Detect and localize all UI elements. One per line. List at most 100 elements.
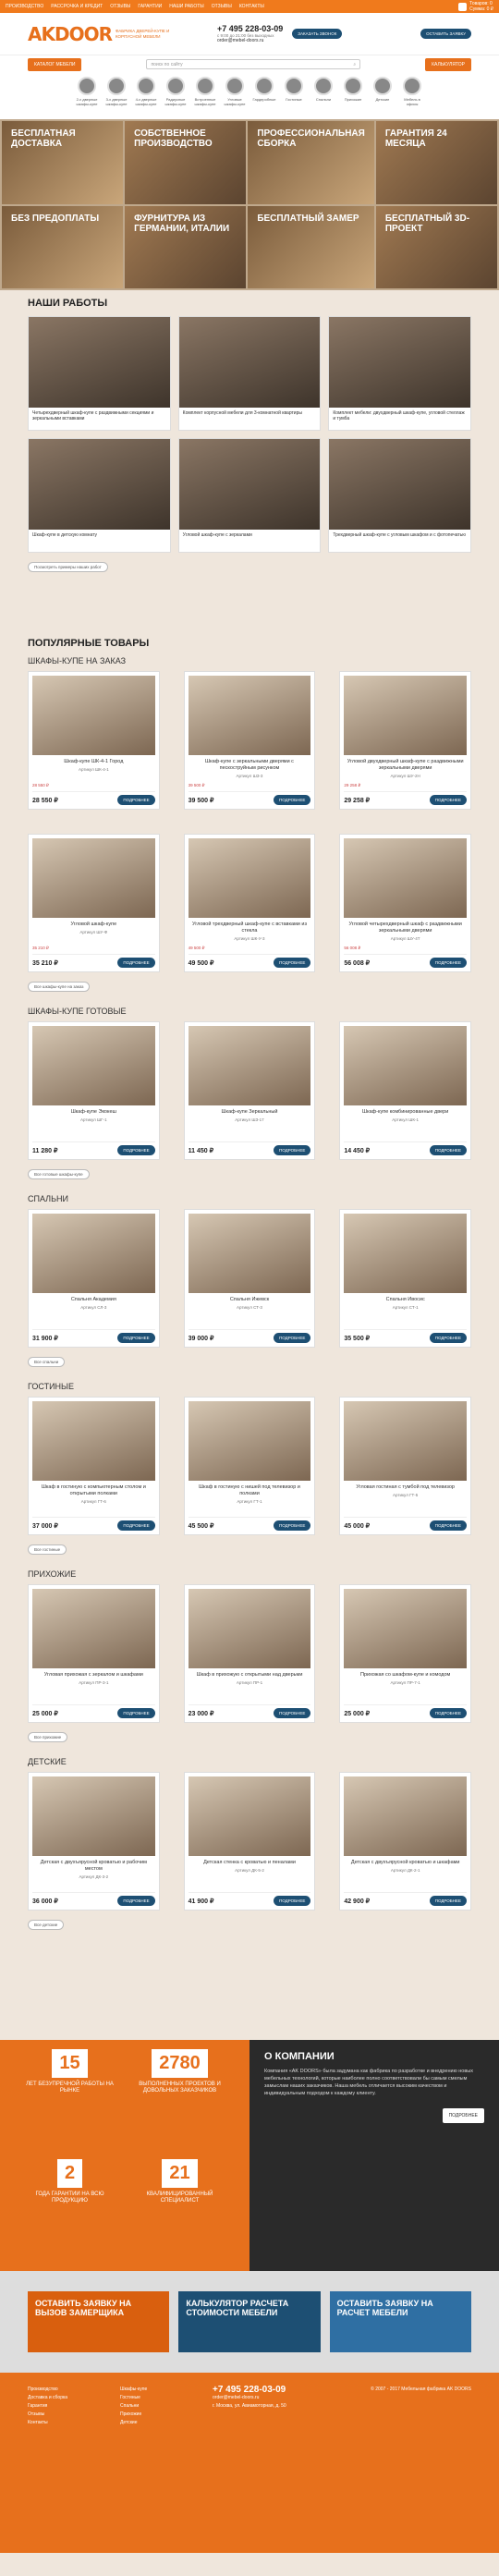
header-phone[interactable]: +7 495 228-03-09 xyxy=(217,24,283,33)
footer-link[interactable]: Детские xyxy=(120,2419,194,2427)
product-card[interactable]: Шкаф-купе комбинированные двери Артикул Ш… xyxy=(339,1021,471,1160)
product-card[interactable]: Шкаф-купе Экокеш Артикул ШГ-1 11 280 ₽ Подр… xyxy=(28,1021,160,1160)
product-details-button[interactable]: Подробнее xyxy=(429,958,467,968)
promo-calc-request[interactable]: Оставить заявку на расчет мебели xyxy=(329,2291,471,2352)
category-radius[interactable]: Радиусные шкафы-купе xyxy=(163,77,189,119)
product-card[interactable]: Шкаф в гостиную с компьютерным столом и … xyxy=(28,1397,160,1535)
product-card[interactable]: Угловая прихожая с зеркалом и шкафами Арт… xyxy=(28,1584,160,1723)
product-details-button[interactable]: Подробнее xyxy=(117,958,155,968)
category-3door[interactable]: 3-х дверные шкафы-купе xyxy=(103,77,129,119)
works-more-button[interactable]: Посмотреть примеры наших работ xyxy=(28,562,108,572)
work-card[interactable]: Комплект корпусной мебели для 3-комнатно… xyxy=(177,316,322,431)
category-office[interactable]: Мебель в офисы xyxy=(399,77,425,119)
product-details-button[interactable]: Подробнее xyxy=(117,1333,155,1343)
product-card[interactable]: Детская с двухъярусной кроватью и шкафам… xyxy=(339,1772,471,1911)
product-details-button[interactable]: Подробнее xyxy=(117,1708,155,1718)
product-details-button[interactable]: Подробнее xyxy=(274,1145,311,1155)
top-nav-reviews-2[interactable]: Отзывы xyxy=(212,4,232,9)
top-nav-credit[interactable]: Рассрочка и кредит xyxy=(51,4,103,9)
category-hallway[interactable]: Прихожие xyxy=(340,77,366,119)
product-group-more-button[interactable]: Все готовые шкафы-купе xyxy=(28,1169,90,1179)
category-corner[interactable]: Угловые шкафы-купе xyxy=(222,77,248,119)
product-card[interactable]: Спальня Академия Артикул СЛ-3 31 900 ₽ Подр… xyxy=(28,1209,160,1348)
product-card[interactable]: Детская с двухъярусной кроватью и рабочи… xyxy=(28,1772,160,1911)
product-card[interactable]: Угловая гостиная с тумбой под телевизор А… xyxy=(339,1397,471,1535)
promo-measure[interactable]: Оставить заявку на вызов замерщика xyxy=(28,2291,170,2352)
category-builtin[interactable]: Встроенные шкафы-купе xyxy=(192,77,218,119)
category-wardrobe[interactable]: Гардеробные xyxy=(251,77,277,119)
product-details-button[interactable]: Подробнее xyxy=(274,1708,311,1718)
category-4door[interactable]: 4-х дверные шкафы-купе xyxy=(133,77,159,119)
product-details-button[interactable]: Подробнее xyxy=(429,795,467,805)
about-more-button[interactable]: Подробнее xyxy=(442,2108,484,2123)
product-details-button[interactable]: Подробнее xyxy=(117,1520,155,1531)
footer-link[interactable]: Гарантия xyxy=(28,2402,102,2411)
work-card[interactable]: Угловой шкаф-купе с зеркалами xyxy=(177,438,322,553)
product-group-more-button[interactable]: Все прихожие xyxy=(28,1732,68,1742)
work-card[interactable]: Четырехдверный шкаф-купе с раздвижными с… xyxy=(28,316,171,431)
product-group-more-button[interactable]: Все спальни xyxy=(28,1357,66,1367)
product-details-button[interactable]: Подробнее xyxy=(274,795,311,805)
product-details-button[interactable]: Подробнее xyxy=(429,1333,467,1343)
footer-link[interactable]: Спальни xyxy=(120,2402,194,2411)
product-details-button[interactable]: Подробнее xyxy=(274,1896,311,1906)
top-nav-guarantee[interactable]: Гарантии xyxy=(138,4,162,9)
logo[interactable]: AKDOOR ФАБРИКА ДВЕРЕЙ-КУПЕ И КОРПУСНОЙ МЕ… xyxy=(28,23,171,45)
product-details-button[interactable]: Подробнее xyxy=(117,1145,155,1155)
product-group-more-button[interactable]: Все шкафы-купе на заказ xyxy=(28,982,91,992)
product-card[interactable]: Шкаф-купе Зеркальный Артикул ШЗ-17 11 450 … xyxy=(183,1021,316,1160)
product-card[interactable]: Детская стенка с кроватью и пеналами Арти… xyxy=(183,1772,316,1911)
product-card[interactable]: Шкаф в гостиную с нишей под телевизор и … xyxy=(183,1397,316,1535)
product-group-more-button[interactable]: Все гостиные xyxy=(28,1544,67,1555)
work-card[interactable]: Комплект мебели: двухдверный шкаф-купе, … xyxy=(328,316,471,431)
promo-calculator[interactable]: Калькулятор расчета стоимости мебели xyxy=(178,2291,321,2352)
product-card[interactable]: Шкаф-купе ШК-4-1 Город Артикул ШК-4-1 28 5… xyxy=(28,671,160,810)
top-nav-contacts[interactable]: Контакты xyxy=(239,4,264,9)
category-living[interactable]: Гостиные xyxy=(281,77,307,119)
product-details-button[interactable]: Подробнее xyxy=(274,1520,311,1531)
product-card[interactable]: Прихожая со шкафом-купе и комодом Артикул… xyxy=(339,1584,471,1723)
product-details-button[interactable]: Подробнее xyxy=(274,958,311,968)
product-card[interactable]: Спальня Ижевск Артикул СТ-3 39 000 ₽ Подроб… xyxy=(183,1209,316,1348)
search-input[interactable]: поиск по сайту ⌕ xyxy=(146,59,361,69)
catalog-button[interactable]: Каталог мебели xyxy=(28,57,82,71)
callback-button[interactable]: Заказать звонок xyxy=(292,29,343,39)
product-details-button[interactable]: Подробнее xyxy=(117,1896,155,1906)
header-email[interactable]: order@mebel-doors.ru xyxy=(217,38,283,43)
product-details-button[interactable]: Подробнее xyxy=(429,1520,467,1531)
top-nav-production[interactable]: Производство xyxy=(6,4,43,9)
category-2door[interactable]: 2-х дверные шкафы-купе xyxy=(74,77,100,119)
work-card[interactable]: Трехдверный шкаф-купе с угловым шкафом и… xyxy=(328,438,471,553)
footer-link[interactable]: Прихожие xyxy=(120,2411,194,2419)
product-details-button[interactable]: Подробнее xyxy=(429,1145,467,1155)
product-card[interactable]: Шкаф в прихожую с открытыми над дверьми А… xyxy=(183,1584,316,1723)
footer-link[interactable]: Доставка и сборка xyxy=(28,2394,102,2402)
footer-email[interactable]: order@mebel-doors.ru xyxy=(213,2394,351,2402)
calculator-button[interactable]: Калькулятор xyxy=(425,57,471,71)
product-card[interactable]: Угловой двухдверный шкаф-купе с раздвижн… xyxy=(339,671,471,810)
product-details-button[interactable]: Подробнее xyxy=(429,1708,467,1718)
product-card[interactable]: Угловой трехдверный шкаф-купе с вставкам… xyxy=(183,834,316,972)
footer-phone[interactable]: +7 495 228-03-09 xyxy=(213,2386,351,2395)
category-kids[interactable]: Детские xyxy=(370,77,396,119)
footer-link[interactable]: Гостиные xyxy=(120,2394,194,2402)
product-group-more-button[interactable]: Все детские xyxy=(28,1920,65,1930)
product-card[interactable]: Спальня Ивосис Артикул СТ-1 35 500 ₽ Подроб… xyxy=(339,1209,471,1348)
footer-link[interactable]: Отзывы xyxy=(28,2411,102,2419)
product-details-button[interactable]: Подробнее xyxy=(117,795,155,805)
product-details-button[interactable]: Подробнее xyxy=(274,1333,311,1343)
footer-link[interactable]: Контакты xyxy=(28,2419,102,2427)
footer-link[interactable]: Производство xyxy=(28,2386,102,2394)
order-button[interactable]: Оставить заявку xyxy=(420,29,471,39)
cart-widget[interactable]: Товаров: 0 Сумма: 0 ₽ xyxy=(458,1,493,12)
footer-link[interactable]: Шкафы-купе xyxy=(120,2386,194,2394)
category-bedroom[interactable]: Спальни xyxy=(310,77,336,119)
top-nav-works[interactable]: Наши работы xyxy=(169,4,203,9)
product-card[interactable]: Угловой четырехдверный шкаф с раздвижным… xyxy=(339,834,471,972)
work-card[interactable]: Шкаф-купе в детскую комнату xyxy=(28,438,171,553)
product-card[interactable]: Шкаф-купе с зеркальными дверями с пескос… xyxy=(183,671,316,810)
search-icon[interactable]: ⌕ xyxy=(353,62,356,67)
product-card[interactable]: Угловой шкаф-купе Артикул ШУ-Ф 35 210 ₽ 35 … xyxy=(28,834,160,972)
product-details-button[interactable]: Подробнее xyxy=(429,1896,467,1906)
top-nav-reviews[interactable]: Отзывы xyxy=(110,4,130,9)
